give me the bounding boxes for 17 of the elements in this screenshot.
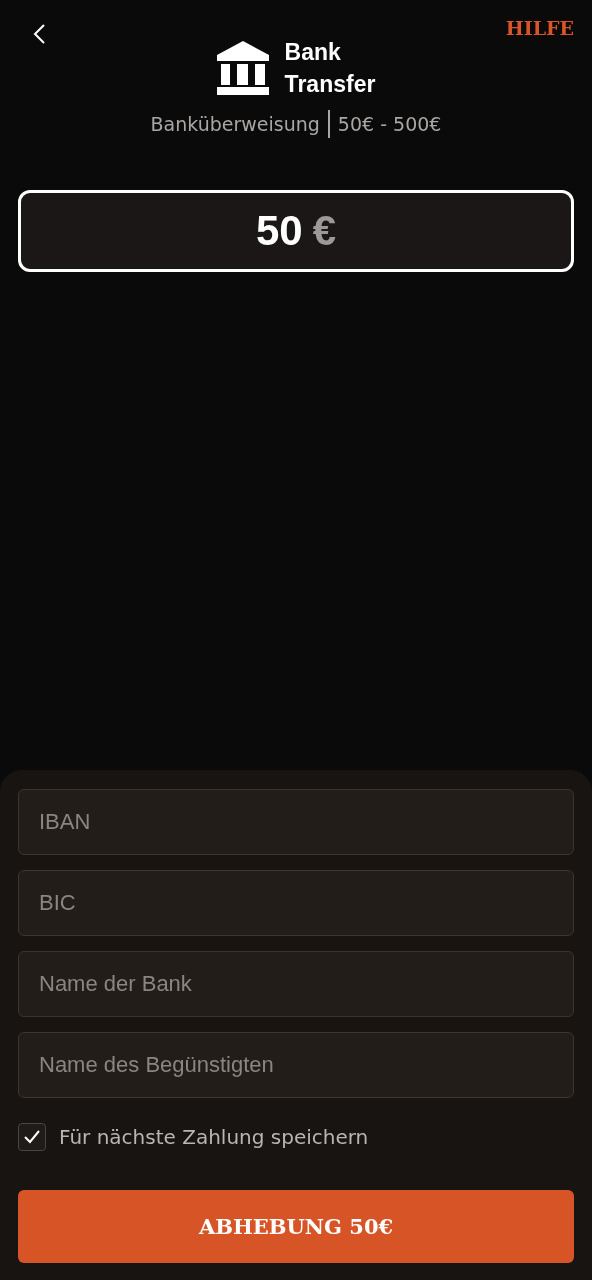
withdraw-button[interactable]: ABHEBUNG 50€: [18, 1190, 574, 1263]
input-field[interactable]: IBAN: [18, 789, 574, 855]
brand-title: Bank: [284, 38, 342, 67]
method-label: Banküberweisung: [150, 113, 320, 135]
input-field[interactable]: BIC: [18, 870, 574, 936]
input-field[interactable]: Name des Begünstigten: [18, 1032, 574, 1098]
input-field[interactable]: Name der Bank: [18, 951, 574, 1017]
brand-title: Transfer: [284, 70, 376, 99]
checkbox-label: Für nächste Zahlung speichern: [59, 1125, 369, 1149]
chevron-left-icon: [32, 23, 46, 45]
amount-range: 50€ - 500€: [337, 113, 442, 135]
help-link[interactable]: HILFE: [505, 17, 574, 39]
checkbox[interactable]: [18, 1123, 46, 1151]
amount-field[interactable]: 50 €: [18, 190, 574, 272]
check-icon: [24, 1130, 40, 1144]
currency-symbol: €: [312, 207, 337, 255]
bank-icon: [216, 41, 269, 95]
